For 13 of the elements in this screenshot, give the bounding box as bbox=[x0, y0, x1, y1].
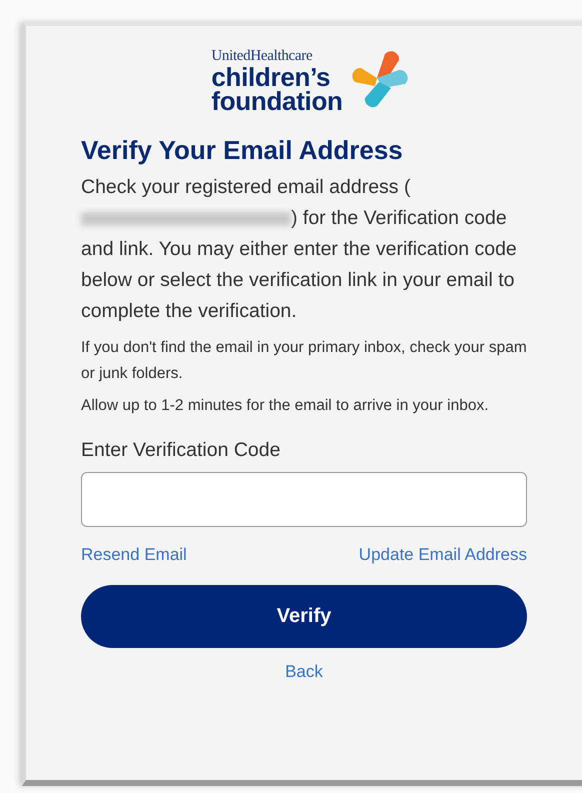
logo-wordmark: children’s bbox=[211, 65, 330, 89]
back-link[interactable]: Back bbox=[285, 662, 323, 682]
verification-code-field[interactable] bbox=[81, 472, 527, 527]
text-link[interactable]: Update Email Address bbox=[358, 545, 527, 565]
verify-button[interactable]: Verify bbox=[81, 585, 527, 648]
note-text: Allow up to 1-2 minutes for the email to arrive in your inbox. bbox=[81, 396, 490, 416]
field-label: Enter Verification Code bbox=[81, 439, 282, 462]
brand-name: UnitedHealthcare bbox=[211, 48, 312, 65]
page-title: Verify Your Email Address bbox=[81, 135, 404, 166]
text-link[interactable]: Resend Email bbox=[81, 545, 187, 565]
note-text: If you don't find the email in your primary inbox, check your spam or junk folders. bbox=[81, 338, 527, 384]
instructions-text: Check your registered email address ( ) for the Verification code and link. You may either enter the verification code below or select the verification link in your email to complete the verification. bbox=[81, 175, 518, 324]
logo-wordmark: foundation bbox=[211, 89, 343, 113]
